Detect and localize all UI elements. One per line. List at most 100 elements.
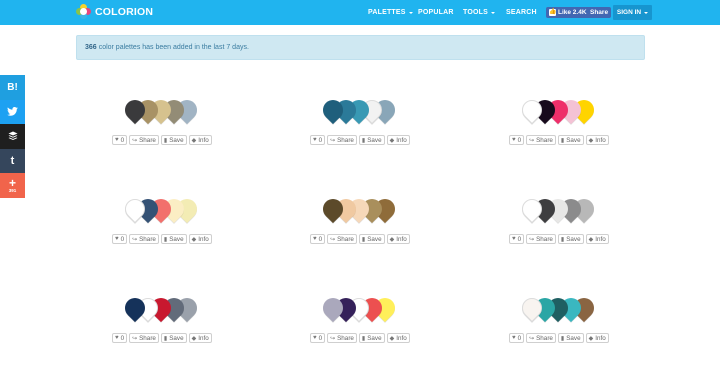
share-button[interactable]: ↪ Share	[129, 135, 159, 145]
info-button[interactable]: ◆ Info	[585, 135, 609, 145]
share-icon: ↪	[132, 236, 138, 243]
info-label: Info	[595, 334, 606, 342]
twitter-share-button[interactable]	[0, 99, 25, 124]
info-button[interactable]: ◆ Info	[188, 333, 212, 343]
like-button[interactable]: ♥ 0	[112, 234, 128, 244]
share-icon: ↪	[330, 335, 336, 342]
palette-swatches[interactable]	[310, 293, 430, 330]
facebook-like-button[interactable]: 👍 Like 2.4K	[546, 7, 590, 18]
nav-palettes-label: PALETTES	[368, 9, 406, 16]
sign-in-button[interactable]: SIGN IN	[613, 5, 652, 20]
nav-tools[interactable]: TOOLS	[463, 0, 495, 25]
palette-card[interactable]: ♥ 0 ↪ Share ▮ Save ◆ Info	[509, 293, 629, 358]
info-button[interactable]: ◆ Info	[585, 333, 609, 343]
info-button[interactable]: ◆ Info	[585, 234, 609, 244]
save-button[interactable]: ▮ Save	[160, 333, 187, 343]
logo[interactable]: COLORION	[76, 4, 153, 19]
info-button[interactable]: ◆ Info	[188, 234, 212, 244]
heart-icon: ♥	[512, 236, 516, 242]
save-label: Save	[169, 136, 184, 144]
share-button[interactable]: ↪ Share	[129, 234, 159, 244]
like-button[interactable]: ♥ 0	[509, 135, 525, 145]
save-button[interactable]: ▮ Save	[160, 135, 187, 145]
info-label: Info	[198, 136, 209, 144]
save-button[interactable]: ▮ Save	[358, 333, 385, 343]
like-button[interactable]: ♥ 0	[310, 333, 326, 343]
palette-card[interactable]: ♥ 0 ↪ Share ▮ Save ◆ Info	[310, 293, 430, 358]
share-button[interactable]: ↪ Share	[526, 135, 556, 145]
palette-actions: ♥ 0 ↪ Share ▮ Save ◆ Info	[509, 234, 609, 244]
like-button[interactable]: ♥ 0	[310, 135, 326, 145]
palette-card[interactable]: ♥ 0 ↪ Share ▮ Save ◆ Info	[509, 95, 629, 160]
heart-icon: ♥	[115, 137, 119, 143]
nav-search-label: SEARCH	[506, 9, 537, 16]
palette-swatches[interactable]	[509, 95, 629, 132]
bookmark-icon: ▮	[163, 335, 168, 342]
tag-icon: ◆	[389, 236, 395, 243]
info-label: Info	[396, 136, 407, 144]
palette-card[interactable]: ♥ 0 ↪ Share ▮ Save ◆ Info	[310, 194, 430, 259]
info-button[interactable]: ◆ Info	[386, 234, 410, 244]
palette-swatches[interactable]	[509, 194, 629, 231]
palette-card[interactable]: ♥ 0 ↪ Share ▮ Save ◆ Info	[112, 95, 232, 160]
info-label: Info	[595, 136, 606, 144]
share-label: Share	[337, 235, 354, 243]
palette-card[interactable]: ♥ 0 ↪ Share ▮ Save ◆ Info	[112, 194, 232, 259]
share-label: Share	[536, 235, 553, 243]
info-button[interactable]: ◆ Info	[188, 135, 212, 145]
save-button[interactable]: ▮ Save	[358, 234, 385, 244]
tumblr-share-button[interactable]: t	[0, 148, 25, 173]
share-label: Share	[139, 136, 156, 144]
nav-palettes[interactable]: PALETTES	[368, 0, 413, 25]
bookmark-icon: ▮	[560, 236, 565, 243]
info-label: Info	[198, 235, 209, 243]
palette-swatches[interactable]	[310, 194, 430, 231]
save-button[interactable]: ▮ Save	[557, 333, 584, 343]
info-button[interactable]: ◆ Info	[386, 333, 410, 343]
tag-icon: ◆	[588, 137, 594, 144]
share-button[interactable]: ↪ Share	[327, 234, 357, 244]
like-label: 0	[120, 136, 125, 144]
save-button[interactable]: ▮ Save	[557, 234, 584, 244]
addthis-share-button[interactable]: + 391	[0, 173, 25, 198]
like-button[interactable]: ♥ 0	[112, 333, 128, 343]
social-share-sidebar: B! t + 391	[0, 75, 25, 198]
heart-icon: ♥	[115, 236, 119, 242]
share-icon: ↪	[132, 335, 138, 342]
palette-card[interactable]: ♥ 0 ↪ Share ▮ Save ◆ Info	[509, 194, 629, 259]
heart-icon: ♥	[115, 335, 119, 341]
like-button[interactable]: ♥ 0	[509, 333, 525, 343]
nav-search[interactable]: SEARCH	[506, 0, 537, 25]
tag-icon: ◆	[588, 335, 594, 342]
share-button[interactable]: ↪ Share	[526, 234, 556, 244]
chevron-down-icon	[408, 11, 413, 14]
palette-card[interactable]: ♥ 0 ↪ Share ▮ Save ◆ Info	[310, 95, 430, 160]
palette-swatches[interactable]	[112, 293, 232, 330]
like-button[interactable]: ♥ 0	[310, 234, 326, 244]
save-button[interactable]: ▮ Save	[358, 135, 385, 145]
share-button[interactable]: ↪ Share	[327, 333, 357, 343]
info-label: Info	[396, 235, 407, 243]
share-icon: ↪	[529, 236, 535, 243]
share-button[interactable]: ↪ Share	[327, 135, 357, 145]
save-button[interactable]: ▮ Save	[160, 234, 187, 244]
palette-actions: ♥ 0 ↪ Share ▮ Save ◆ Info	[310, 135, 410, 145]
palette-card[interactable]: ♥ 0 ↪ Share ▮ Save ◆ Info	[112, 293, 232, 358]
like-button[interactable]: ♥ 0	[112, 135, 128, 145]
nav-popular[interactable]: POPULAR	[418, 0, 454, 25]
share-button[interactable]: ↪ Share	[526, 333, 556, 343]
palette-swatches[interactable]	[509, 293, 629, 330]
palette-swatches[interactable]	[112, 194, 232, 231]
like-button[interactable]: ♥ 0	[509, 234, 525, 244]
info-button[interactable]: ◆ Info	[386, 135, 410, 145]
facebook-share-button[interactable]: Share	[587, 7, 612, 18]
palette-swatches[interactable]	[310, 95, 430, 132]
save-label: Save	[169, 334, 184, 342]
share-button[interactable]: ↪ Share	[129, 333, 159, 343]
palette-swatches[interactable]	[112, 95, 232, 132]
buffer-share-button[interactable]	[0, 124, 25, 149]
hatena-bookmark-button[interactable]: B!	[0, 75, 25, 100]
save-button[interactable]: ▮ Save	[557, 135, 584, 145]
like-label: 0	[120, 235, 125, 243]
bookmark-icon: ▮	[163, 137, 168, 144]
